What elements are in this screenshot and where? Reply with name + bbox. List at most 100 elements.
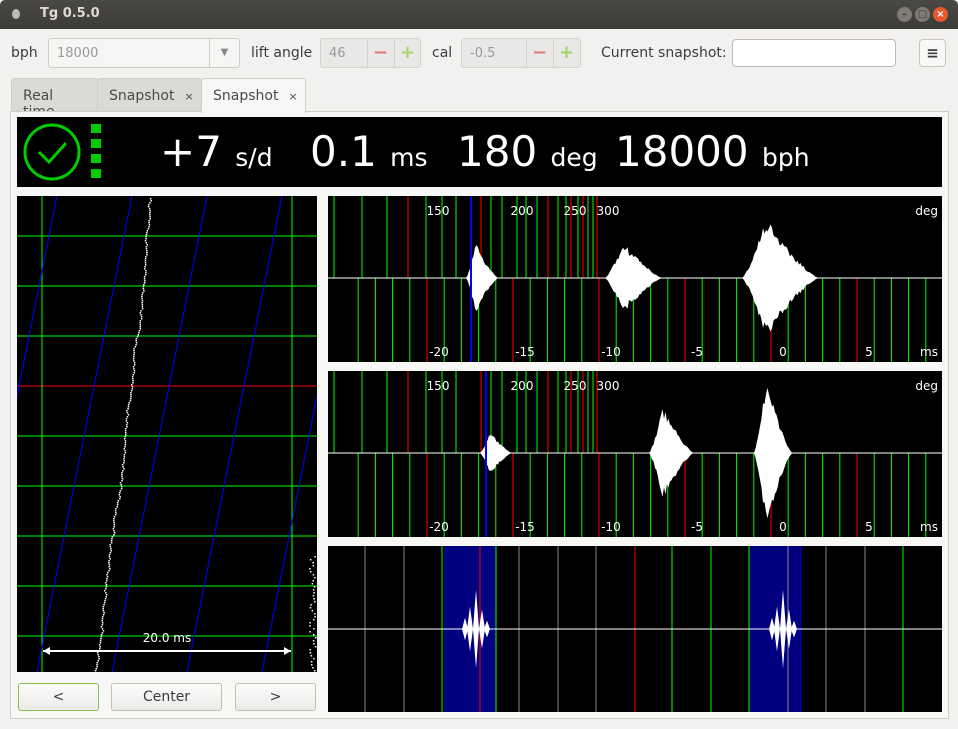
close-button[interactable]: × — [933, 7, 948, 22]
trace-dot — [313, 628, 315, 630]
chevron-down-icon[interactable]: ▼ — [209, 39, 239, 67]
trace-dot — [145, 238, 147, 240]
trace-dot — [102, 632, 104, 634]
trace-dot — [121, 476, 123, 478]
trace-dot — [142, 308, 144, 310]
paperstrip[interactable]: 20.0 ms — [17, 196, 317, 672]
cal-spinner[interactable]: -0.5 − + — [461, 38, 581, 68]
title-bar: Tg 0.5.0 – □ × — [0, 0, 958, 29]
trace-dot — [126, 420, 128, 422]
trace-dot — [309, 568, 311, 570]
trace-dot — [106, 594, 108, 596]
lift-angle-spinner[interactable]: 46 − + — [320, 38, 421, 68]
trace-dot — [148, 226, 150, 228]
arrow-head — [43, 647, 50, 655]
trace-dot — [96, 668, 98, 670]
tab-snapshot-1[interactable]: Snapshot × — [97, 78, 202, 112]
cal-plus-button[interactable]: + — [553, 39, 579, 67]
cal-minus-button[interactable]: − — [526, 39, 552, 67]
minimize-button[interactable]: – — [897, 7, 912, 22]
trace-dot — [140, 328, 142, 330]
trace-dot — [127, 412, 129, 414]
trace-dot — [126, 424, 128, 426]
trace-dot — [128, 406, 130, 408]
readout-panel: +7 s/d 0.1 ms 180 deg 18000 bph — [17, 117, 942, 187]
trace-dot — [136, 338, 138, 340]
ms-tick-label: 5 — [865, 520, 873, 534]
trace-dot — [313, 589, 315, 591]
trace-dot — [110, 546, 112, 548]
previous-button[interactable]: < — [18, 683, 99, 711]
trace-dot — [133, 358, 135, 360]
menu-button[interactable]: ≡ — [919, 39, 946, 67]
lift-plus-button[interactable]: + — [394, 39, 420, 67]
trace-dot — [137, 336, 139, 338]
blue-line — [37, 196, 132, 672]
trace-dot — [106, 586, 108, 588]
trace-dot — [133, 368, 135, 370]
trace-dot — [106, 574, 108, 576]
deg-tick-label: 200 — [511, 204, 534, 218]
trace-dot — [126, 418, 128, 420]
tab-snapshot-2[interactable]: Snapshot × — [201, 78, 306, 113]
trace-dot — [128, 414, 129, 416]
trace-dot — [146, 248, 148, 250]
trace-dot — [149, 216, 151, 218]
trace-dot — [108, 570, 110, 572]
trace-dot — [309, 631, 311, 633]
trace-dot — [313, 592, 315, 594]
trace-dot — [123, 462, 125, 464]
trace-dot — [144, 282, 146, 284]
tab-real-time[interactable]: Real time — [11, 78, 98, 112]
trace-dot — [125, 430, 127, 432]
waveform-burst — [649, 409, 693, 497]
tab-label: Snapshot — [213, 88, 278, 104]
trace-dot — [125, 428, 127, 430]
trace-dot — [149, 208, 151, 210]
trace-dot — [309, 622, 311, 624]
trace-dot — [114, 516, 116, 518]
close-tab-icon[interactable]: × — [288, 90, 297, 103]
trace-dot — [112, 536, 114, 538]
clock-status-icon — [22, 122, 112, 184]
trace-dot — [146, 232, 148, 234]
trace-dot — [314, 613, 316, 615]
trace-dot — [133, 372, 135, 374]
trace-dot — [119, 494, 121, 496]
amplitude-readout: 180 deg — [457, 127, 598, 176]
trace-dot — [132, 378, 134, 380]
trace-dot — [145, 240, 147, 242]
trace-dot — [108, 560, 110, 562]
trace-dot — [146, 242, 148, 244]
trace-dot — [135, 340, 137, 342]
close-tab-icon[interactable]: × — [184, 90, 193, 103]
trace-dot — [145, 264, 147, 266]
trace-dot — [134, 364, 136, 366]
current-snapshot-input[interactable] — [732, 39, 896, 67]
trace-dot — [133, 348, 135, 350]
trace-dot — [145, 236, 147, 238]
bph-combo[interactable]: 18000 ▼ — [48, 38, 240, 68]
trace-dot — [123, 458, 125, 460]
next-button[interactable]: > — [235, 683, 316, 711]
trace-dot — [101, 634, 103, 636]
trace-dot — [314, 616, 316, 618]
center-button[interactable]: Center — [111, 683, 222, 711]
trace-dot — [116, 506, 118, 508]
trace-dot — [313, 595, 315, 597]
trace-dot — [113, 534, 115, 536]
trace-dot — [136, 342, 138, 344]
ms-tick-label: -5 — [691, 520, 703, 534]
trace-dot — [108, 566, 110, 568]
ms-tick-label: -20 — [429, 520, 449, 534]
trace-dot — [142, 292, 144, 294]
trace-dot — [117, 504, 119, 506]
blue-line — [262, 196, 317, 672]
trace-dot — [135, 346, 137, 348]
trace-dot — [141, 294, 143, 296]
trace-dot — [109, 556, 111, 558]
trace-dot — [110, 548, 112, 550]
lift-minus-button[interactable]: − — [367, 39, 393, 67]
maximize-button[interactable]: □ — [915, 7, 930, 22]
trace-dot — [123, 468, 125, 470]
